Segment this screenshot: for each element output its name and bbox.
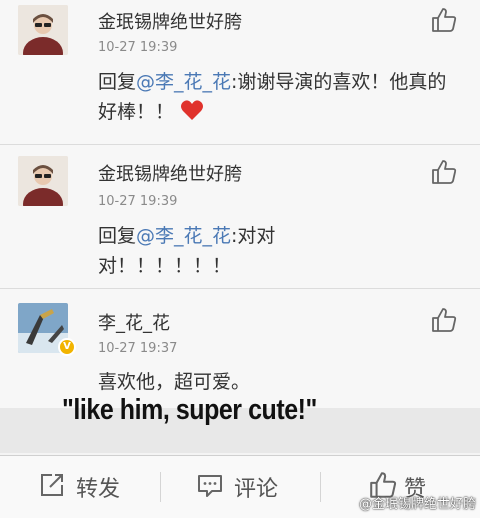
comment-time: 10-27 19:39: [98, 40, 178, 55]
comment-time: 10-27 19:39: [98, 194, 178, 209]
comment-author[interactable]: 金珉锡牌绝世好胯: [98, 8, 242, 34]
comment-time: 10-27 19:37: [98, 341, 178, 356]
comment-text: 回复@李_花_花:对对对！！！！！！: [98, 221, 338, 281]
comment-button[interactable]: 评论: [196, 470, 278, 504]
toolbar-divider: [320, 472, 321, 502]
comment-label: 评论: [234, 477, 279, 502]
avatar[interactable]: [18, 5, 68, 55]
like-icon[interactable]: [430, 6, 458, 34]
heart-icon: [180, 99, 204, 130]
repost-label: 转发: [76, 477, 121, 502]
comment-author[interactable]: 李_花_花: [98, 309, 170, 335]
verified-badge-icon: V: [58, 338, 76, 356]
like-icon[interactable]: [430, 306, 458, 334]
toolbar-divider: [160, 472, 161, 502]
repost-icon: [38, 471, 66, 503]
like-icon[interactable]: [430, 158, 458, 186]
translation-caption: "like him, super cute!": [62, 394, 317, 426]
comment-item: V 李_花_花 10-27 19:37 喜欢他，超可爱。: [0, 289, 480, 408]
avatar[interactable]: [18, 156, 68, 206]
comment-text: 喜欢他，超可爱。: [98, 371, 251, 393]
comment-item: 金珉锡牌绝世好胯 10-27 19:39 回复@李_花_花:对对对！！！！！！: [0, 145, 480, 289]
comment-icon: [196, 471, 224, 503]
reply-prefix: 回复: [98, 225, 137, 247]
repost-button[interactable]: 转发: [38, 470, 120, 504]
mention-link[interactable]: @李_花_花: [136, 225, 231, 247]
comment-item: 金珉锡牌绝世好胯 10-27 19:39 回复@李_花_花:谢谢导演的喜欢！他真…: [0, 0, 480, 145]
reply-prefix: 回复: [98, 71, 137, 93]
mention-link[interactable]: @李_花_花: [136, 71, 231, 93]
comment-author[interactable]: 金珉锡牌绝世好胯: [98, 160, 242, 186]
comment-text: 回复@李_花_花:谢谢导演的喜欢！他真的好棒！！: [98, 67, 448, 130]
weibo-watermark: @金珉锡牌绝世好胯: [358, 497, 476, 512]
